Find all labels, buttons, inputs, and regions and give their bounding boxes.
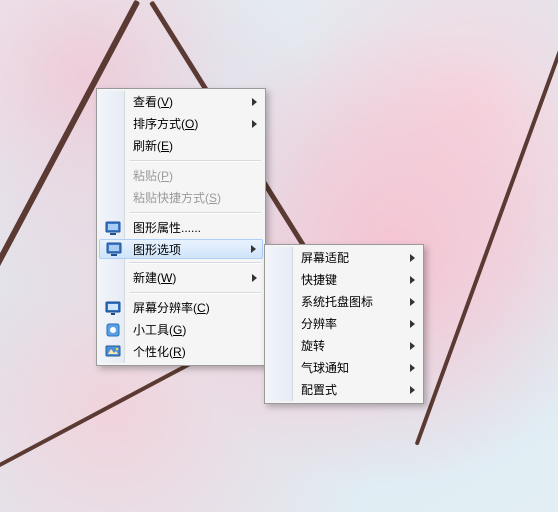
submenu-arrow-icon xyxy=(410,298,415,306)
resolution-icon xyxy=(105,300,121,316)
menu-item-refresh[interactable]: 刷新(E) xyxy=(99,135,263,157)
submenu-arrow-icon xyxy=(410,320,415,328)
submenu-arrow-icon xyxy=(410,254,415,262)
submenu-arrow-icon xyxy=(252,120,257,128)
submenu-arrow-icon xyxy=(410,364,415,372)
menu-item-paste-shortcut: 粘贴快捷方式(S) xyxy=(99,187,263,209)
menu-separator xyxy=(129,262,261,264)
submenu-arrow-icon xyxy=(410,342,415,350)
submenu-item-profiles[interactable]: 配置式 xyxy=(267,379,421,401)
menu-item-new[interactable]: 新建(W) xyxy=(99,267,263,289)
submenu-arrow-icon xyxy=(410,386,415,394)
menu-item-graphics-properties[interactable]: 图形属性...... xyxy=(99,217,263,239)
menu-item-paste: 粘贴(P) xyxy=(99,165,263,187)
submenu-item-resolution[interactable]: 分辨率 xyxy=(267,313,421,335)
desktop-wallpaper[interactable]: 查看(V) 排序方式(O) 刷新(E) 粘贴(P) 粘贴快捷方式(S) xyxy=(0,0,558,512)
desktop-context-menu: 查看(V) 排序方式(O) 刷新(E) 粘贴(P) 粘贴快捷方式(S) xyxy=(96,88,266,366)
submenu-arrow-icon xyxy=(251,245,256,253)
submenu-arrow-icon xyxy=(252,98,257,106)
decoration-branch xyxy=(415,0,558,446)
submenu-item-tray-icon[interactable]: 系统托盘图标 xyxy=(267,291,421,313)
submenu-item-hotkeys[interactable]: 快捷键 xyxy=(267,269,421,291)
menu-item-sort[interactable]: 排序方式(O) xyxy=(99,113,263,135)
graphics-options-submenu: 屏幕适配 快捷键 系统托盘图标 分辨率 旋转 气球通知 xyxy=(264,244,424,404)
menu-item-graphics-options[interactable]: 图形选项 xyxy=(99,239,263,259)
submenu-arrow-icon xyxy=(410,276,415,284)
menu-separator xyxy=(129,160,261,162)
gadgets-icon xyxy=(105,322,121,338)
submenu-item-screen-fit[interactable]: 屏幕适配 xyxy=(267,247,421,269)
submenu-item-rotation[interactable]: 旋转 xyxy=(267,335,421,357)
display-icon xyxy=(105,220,121,236)
menu-separator xyxy=(129,292,261,294)
menu-item-gadgets[interactable]: 小工具(G) xyxy=(99,319,263,341)
display-icon xyxy=(106,241,122,257)
submenu-arrow-icon xyxy=(252,274,257,282)
menu-item-screen-resolution[interactable]: 屏幕分辨率(C) xyxy=(99,297,263,319)
menu-item-personalize[interactable]: 个性化(R) xyxy=(99,341,263,363)
menu-separator xyxy=(129,212,261,214)
submenu-item-balloon-notify[interactable]: 气球通知 xyxy=(267,357,421,379)
personalize-icon xyxy=(105,344,121,360)
menu-item-view[interactable]: 查看(V) xyxy=(99,91,263,113)
